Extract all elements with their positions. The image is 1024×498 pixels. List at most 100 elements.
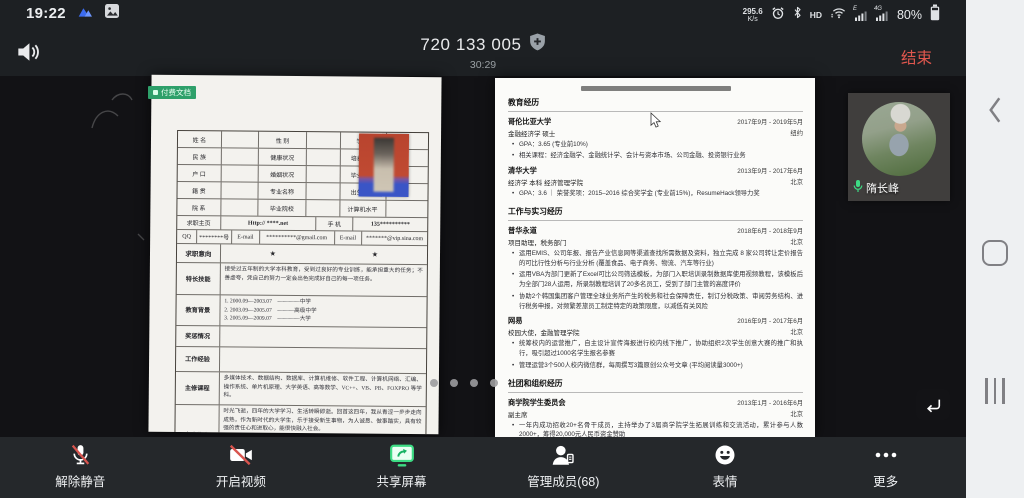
emoji-icon — [713, 442, 737, 468]
wifi-icon — [830, 6, 847, 24]
android-nav-bar — [966, 0, 1024, 498]
entry-dates: 2013年9月 - 2017年6月 — [737, 166, 803, 175]
resume-sections: 教育经历 哥伦比亚大学 2017年9月 - 2019年5月 金融经济学 硕士 纽… — [508, 97, 803, 438]
entry-role: 副主席 — [508, 409, 528, 419]
resume-entry: 网易 2016年9月 - 2017年6月 校园大使，金融管理学院 北京 统筹校内… — [508, 316, 803, 370]
form-paragraph-rows: 特长技能 接受过五年制的大学本科教育，受到过良好的专业训练，能承担重大的任务；不… — [175, 263, 427, 434]
participant-video-tile[interactable]: 隋长峰 — [848, 93, 950, 201]
bullet-item: 一年内成功招收20+名骨干成员，主持举办了3届商学院学生拓展训练和交流活动，累计… — [512, 421, 803, 438]
blurred-face — [374, 137, 394, 191]
entry-bullets: 运用EMIS、公司年报、报告产业信息网等渠道查找所需数据及资料，独立完成 8 家… — [508, 249, 803, 312]
participant-name: 隋长峰 — [866, 180, 899, 196]
camera-off-icon — [228, 442, 254, 468]
hd-voice-badge: HD — [810, 10, 822, 20]
signal-e-icon: E — [855, 10, 868, 21]
bullet-item: GPA：3.65 (专业前10%) — [512, 140, 803, 150]
bullet-item: 统筹校内的运营推广，自主设计宣传海报进行校内线下推广，协助组织2次学生创意大赛的… — [512, 339, 803, 359]
id-photo-placeholder — [359, 134, 410, 197]
form-row: 工作经验 — [176, 347, 426, 374]
resume-entry: 清华大学 2013年9月 - 2017年6月 经济学 本科 经济管理学院 北京 … — [508, 166, 803, 199]
nav-recents-button[interactable] — [966, 376, 1024, 406]
resume-entry: 商学院学生委员会 2013年1月 - 2016年6月 副主席 北京 一年内成功招… — [508, 398, 803, 438]
entry-bullets: 统筹校内的运营推广，自主设计宣传海报进行校内线下推广，协助组织2次学生创意大赛的… — [508, 339, 803, 370]
status-bar: 19:22 295.6K/s HD E — [0, 0, 966, 30]
nav-back-button[interactable] — [966, 92, 1024, 128]
page-indicator-dot — [470, 379, 478, 387]
bullet-item: 管理运营3个500人校内微信群，每周撰写3篇原创公众号文章 (平均阅读量3000… — [512, 361, 803, 371]
resume-section: 工作与实习经历 普华永道 2018年6月 - 2018年9月 项目助理，税务部门… — [508, 206, 803, 371]
notification-app-icon — [77, 5, 94, 23]
paid-doc-badge: 付费文档 — [148, 86, 196, 99]
more-icon — [871, 442, 901, 468]
meeting-id: 720 133 005 — [420, 35, 521, 55]
entry-dates: 2016年9月 - 2017年6月 — [737, 316, 803, 325]
entry-bullets: 一年内成功招收20+名骨干成员，主持举办了3届商学院学生拓展训练和交流活动，累计… — [508, 421, 803, 438]
entry-role: 项目助理，税务部门 — [508, 237, 567, 247]
entry-role: 校园大使，金融管理学院 — [508, 327, 580, 337]
entry-dates: 2013年1月 - 2016年6月 — [737, 398, 803, 407]
share-screen-button[interactable]: 共享屏幕 — [367, 442, 437, 490]
members-icon — [550, 442, 576, 468]
bullet-item: 相关课程：经济金融学、金融统计学、会计与资本市场、公司金融、投资银行业务 — [512, 151, 803, 161]
page-indicator-dot — [450, 379, 458, 387]
entry-organization: 普华永道 — [508, 226, 537, 236]
end-meeting-button[interactable]: 结束 — [901, 46, 932, 68]
entry-location: 北京 — [790, 409, 803, 419]
shared-doc-left: 姓 名 性 别 学 历 民 族 健康状况 培养类别 户 口 — [148, 75, 441, 435]
shield-plus-icon[interactable] — [529, 33, 546, 57]
page-indicator-dots — [430, 379, 498, 387]
more-button[interactable]: 更多 — [851, 442, 921, 490]
alarm-icon — [771, 6, 785, 25]
star-mark: ★ — [222, 249, 324, 258]
network-speed-indicator: 295.6K/s — [743, 8, 763, 23]
entry-location: 北京 — [790, 237, 803, 247]
meeting-app-screen: 19:22 295.6K/s HD E — [0, 0, 1024, 498]
resume-entry: 普华永道 2018年6月 - 2018年9月 项目助理，税务部门 北京 运用EM… — [508, 226, 803, 312]
form-row: 特长技能 接受过五年制的大学本科教育，受到过良好的专业训练，能承担重大的任务；不… — [177, 263, 427, 297]
meeting-timer: 30:29 — [0, 59, 966, 71]
manage-members-button[interactable]: 管理成员(68) — [527, 442, 599, 490]
resume-section: 社团和组织经历 商学院学生委员会 2013年1月 - 2016年6月 副主席 北… — [508, 378, 803, 438]
clock-label: 19:22 — [26, 5, 66, 22]
form-row: 奖惩情况 — [176, 326, 426, 349]
entry-dates: 2018年6月 - 2018年9月 — [737, 226, 803, 235]
bullet-item: 运用EMIS、公司年报、报告产业信息网等渠道查找所需数据及资料，独立完成 8 家… — [512, 249, 803, 269]
meeting-info: 720 133 005 30:29 — [0, 33, 966, 71]
share-screen-icon — [389, 442, 415, 468]
entry-organization: 商学院学生委员会 — [508, 398, 566, 408]
mic-muted-icon — [68, 442, 93, 468]
entry-location: 北京 — [790, 177, 803, 187]
bluetooth-icon — [793, 6, 802, 24]
bullet-item: GPA：3.6 ｜ 荣誉奖项：2015–2016 综合奖学金 (专业前15%)，… — [512, 189, 803, 199]
section-title: 教育经历 — [508, 97, 803, 112]
nav-recents-icon — [985, 378, 988, 404]
truncated-header-line — [581, 86, 731, 91]
page-indicator-dot — [490, 379, 498, 387]
entry-role: 经济学 本科 经济管理学院 — [508, 177, 583, 187]
entry-bullets: GPA：3.6 ｜ 荣誉奖项：2015–2016 综合奖学金 (专业前15%)，… — [508, 189, 803, 199]
bullet-item: 协助2个韩国集团客户管理全球业务所产生的税务和社会保障责任，制订分税政策、审阅劳… — [512, 292, 803, 312]
rotate-view-button[interactable] — [916, 389, 950, 420]
entry-organization: 清华大学 — [508, 166, 537, 176]
form-row: 院 系 毕业院校 计算机水平 — [177, 199, 427, 218]
form-row: 教育背景 1. 2000.09—2003.07 ————中学 2. 2003.0… — [176, 295, 426, 328]
star-mark: ★ — [324, 250, 426, 259]
form-row: 主修课程 多媒体技术、数据结构、数据库、计算机维修、软件工程、计算机网络、汇编、… — [176, 372, 426, 407]
meeting-toolbar: 解除静音 开启视频 共享屏幕 管理成员(68) 表情 — [0, 437, 966, 498]
battery-percent-label: 80% — [897, 8, 922, 22]
participant-avatar — [862, 102, 936, 176]
mic-active-icon — [852, 179, 864, 196]
section-entries: 商学院学生委员会 2013年1月 - 2016年6月 副主席 北京 一年内成功招… — [508, 398, 803, 438]
nav-home-button[interactable] — [966, 238, 1024, 268]
entry-location: 纽约 — [790, 128, 803, 138]
section-title: 工作与实习经历 — [508, 206, 803, 221]
start-video-button[interactable]: 开启视频 — [206, 442, 276, 490]
nav-home-icon — [982, 240, 1008, 266]
entry-role: 金融经济学 硕士 — [508, 128, 555, 138]
unmute-button[interactable]: 解除静音 — [45, 442, 115, 490]
section-entries: 普华永道 2018年6月 - 2018年9月 项目助理，税务部门 北京 运用EM… — [508, 226, 803, 371]
entry-location: 北京 — [790, 327, 803, 337]
form-row-intent: 求职意向 ★ ★ — [177, 244, 427, 265]
section-title: 社团和组织经历 — [508, 378, 803, 393]
emoji-button[interactable]: 表情 — [690, 442, 760, 490]
